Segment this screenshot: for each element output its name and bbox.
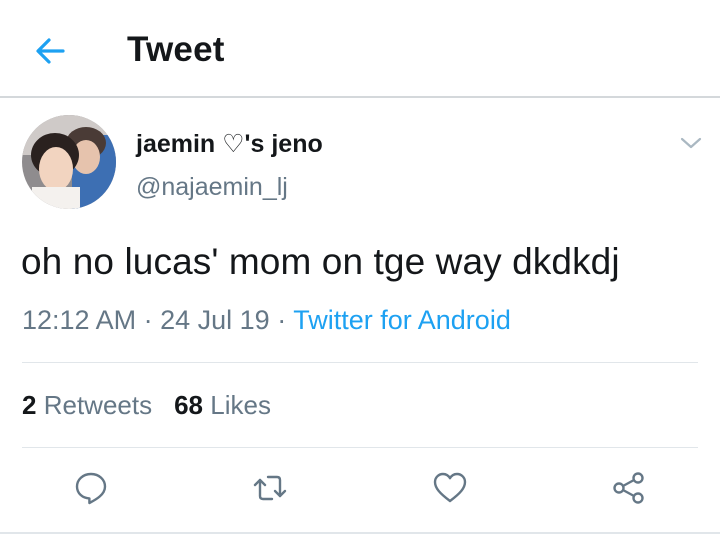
likes-count: 68 [174,390,204,420]
arrow-left-icon[interactable] [33,34,67,68]
page-title: Tweet [127,30,225,69]
likes-stat[interactable]: 68 Likes [174,390,271,420]
display-name[interactable]: jaemin ♡'s jeno [136,129,323,159]
tweet-date: 24 Jul 19 [160,305,270,335]
bottom-divider [0,532,720,534]
like-icon[interactable] [432,470,468,506]
divider [22,447,698,448]
tweet-time: 12:12 AM [22,305,137,335]
tweet-source-link[interactable]: Twitter for Android [293,305,511,335]
meta-separator: · [277,305,287,335]
retweet-icon[interactable] [252,470,288,506]
user-handle[interactable]: @najaemin_lj [136,173,288,202]
retweets-label: Retweets [43,390,153,420]
avatar[interactable] [22,115,116,209]
retweets-stat[interactable]: 2 Retweets [22,390,152,420]
tweet-meta: 12:12 AM · 24 Jul 19 · Twitter for Andro… [22,305,511,336]
chevron-down-icon[interactable] [679,133,703,153]
tweet-stats: 2 Retweets 68 Likes [22,390,271,421]
tweet-text: oh no lucas' mom on tge way dkdkdj [21,241,620,282]
divider [22,362,698,363]
likes-label: Likes [210,390,271,420]
reply-icon[interactable] [73,470,109,506]
retweets-count: 2 [22,390,37,420]
meta-separator: · [143,305,153,335]
share-icon[interactable] [611,470,647,506]
top-app-bar: Tweet [0,0,720,98]
